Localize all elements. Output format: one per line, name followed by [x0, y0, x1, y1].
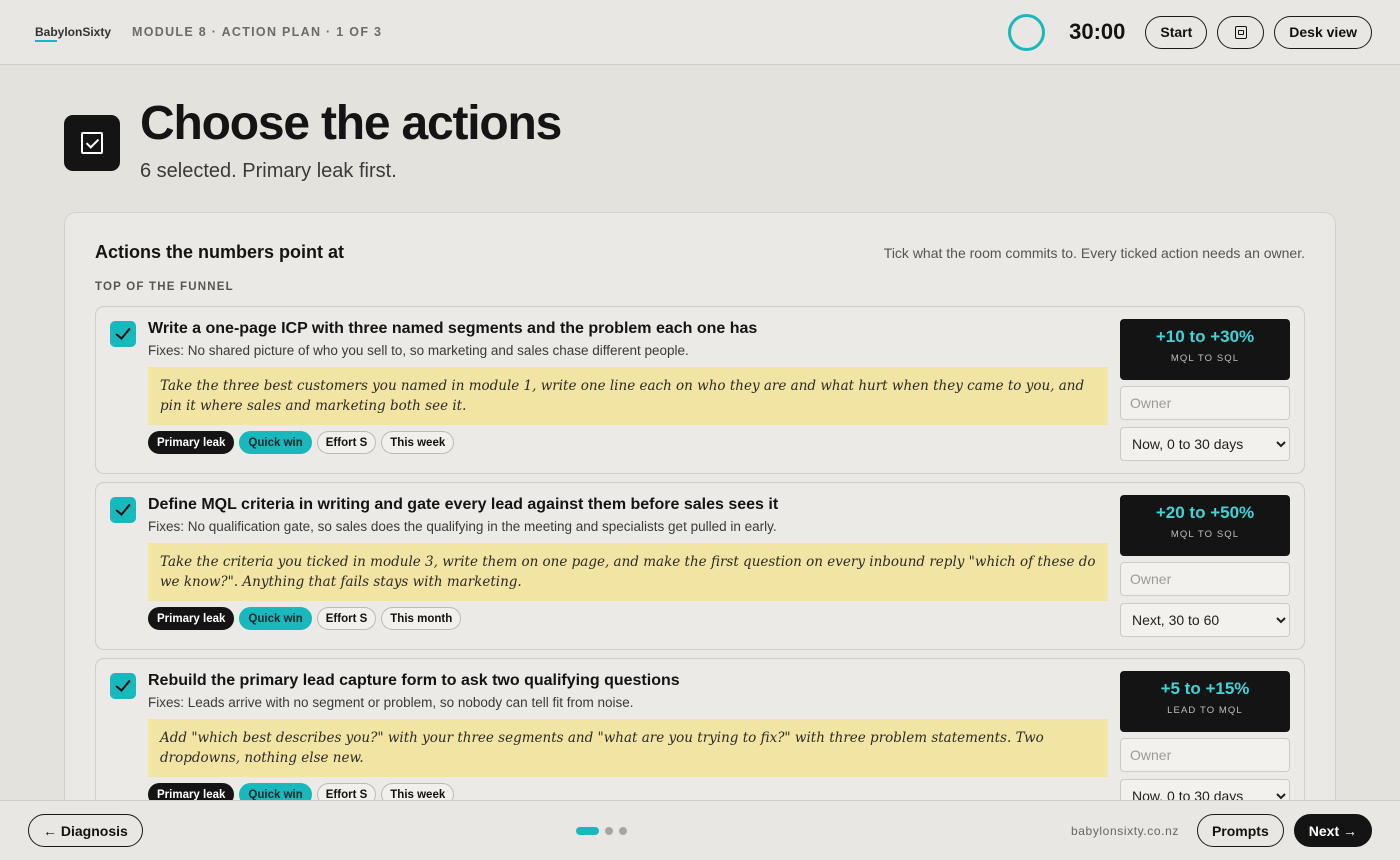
action-fixes: Fixes: No qualification gate, so sales d…	[148, 519, 777, 534]
impact-badge: +10 to +30% MQL TO SQL	[1120, 319, 1290, 380]
owner-input[interactable]	[1120, 562, 1290, 596]
pager-dot-1[interactable]	[576, 827, 599, 835]
site-url: babylonsixty.co.nz	[1071, 823, 1179, 838]
tag-timeframe: This week	[381, 431, 455, 454]
action-title: Define MQL criteria in writing and gate …	[148, 496, 779, 513]
tag-quick-win: Quick win	[239, 431, 312, 454]
impact-range: +20 to +50%	[1155, 503, 1255, 522]
actions-panel: Actions the numbers point at Tick what t…	[64, 212, 1336, 860]
notes-icon	[1234, 25, 1247, 39]
tag-primary-leak: Primary leak	[148, 607, 235, 630]
impact-range: +10 to +30%	[1155, 327, 1255, 346]
action-fixes: Fixes: No shared picture of who you sell…	[148, 343, 689, 358]
brand-name: BabylonSixty	[35, 25, 112, 39]
action-title: Rebuild the primary lead capture form to…	[148, 672, 680, 689]
page-subtitle: 6 selected. Primary leak first.	[140, 160, 397, 182]
desk-view-button[interactable]: Desk view	[1274, 15, 1372, 49]
brand-logo: BabylonSixty	[35, 25, 112, 42]
notes-button[interactable]	[1217, 15, 1265, 49]
timer-ring-icon	[1008, 13, 1046, 51]
pager-dot-3[interactable]	[619, 827, 627, 835]
tag-primary-leak: Primary leak	[148, 431, 235, 454]
action-tags: Primary leak Quick win Effort S This wee…	[148, 431, 455, 454]
breadcrumb: MODULE 8 · ACTION PLAN · 1 OF 3	[132, 25, 383, 39]
panel-hint: Tick what the room commits to. Every tic…	[883, 245, 1305, 261]
owner-input[interactable]	[1120, 386, 1290, 420]
tag-quick-win: Quick win	[239, 607, 312, 630]
page-title: Choose the actions	[140, 97, 562, 150]
action-title: Write a one-page ICP with three named se…	[148, 320, 758, 337]
action-note: Take the criteria you ticked in module 3…	[148, 543, 1108, 601]
action-card: Write a one-page ICP with three named se…	[95, 306, 1305, 474]
action-checkbox[interactable]	[110, 673, 136, 699]
action-note: Take the three best customers you named …	[148, 367, 1108, 425]
top-bar: BabylonSixty MODULE 8 · ACTION PLAN · 1 …	[0, 0, 1400, 65]
tag-effort: Effort S	[316, 431, 377, 454]
tag-effort: Effort S	[316, 607, 377, 630]
impact-metric: MQL TO SQL	[1170, 529, 1240, 540]
owner-input[interactable]	[1120, 738, 1290, 772]
action-fixes: Fixes: Leads arrive with no segment or p…	[148, 695, 634, 710]
impact-badge: +5 to +15% LEAD TO MQL	[1120, 671, 1290, 732]
impact-metric: LEAD TO MQL	[1167, 705, 1243, 716]
impact-range: +5 to +15%	[1160, 679, 1250, 698]
brand-underline	[35, 40, 57, 42]
next-button[interactable]: Next →	[1293, 814, 1372, 847]
panel-title: Actions the numbers point at	[95, 242, 345, 262]
start-button[interactable]: Start	[1145, 15, 1208, 49]
pager-dots	[576, 827, 627, 835]
back-diagnosis-button[interactable]: ← Diagnosis	[28, 814, 143, 847]
action-checkbox[interactable]	[110, 497, 136, 523]
checkbox-icon	[64, 115, 120, 171]
timing-select[interactable]: Now, 0 to 30 days	[1120, 427, 1290, 461]
action-note: Add "which best describes you?" with you…	[148, 719, 1108, 777]
prompts-button[interactable]: Prompts	[1196, 814, 1284, 847]
impact-badge: +20 to +50% MQL TO SQL	[1120, 495, 1290, 556]
timer-display: 30:00	[1069, 19, 1126, 44]
action-card: Define MQL criteria in writing and gate …	[95, 482, 1305, 650]
tag-timeframe: This month	[381, 607, 462, 630]
section-label: TOP OF THE FUNNEL	[95, 281, 234, 293]
pager-dot-2[interactable]	[605, 827, 613, 835]
action-tags: Primary leak Quick win Effort S This mon…	[148, 607, 462, 630]
footer-bar: ← Diagnosis babylonsixty.co.nz Prompts N…	[0, 800, 1400, 860]
impact-metric: MQL TO SQL	[1170, 353, 1240, 364]
timing-select[interactable]: Next, 30 to 60	[1120, 603, 1290, 637]
action-checkbox[interactable]	[110, 321, 136, 347]
